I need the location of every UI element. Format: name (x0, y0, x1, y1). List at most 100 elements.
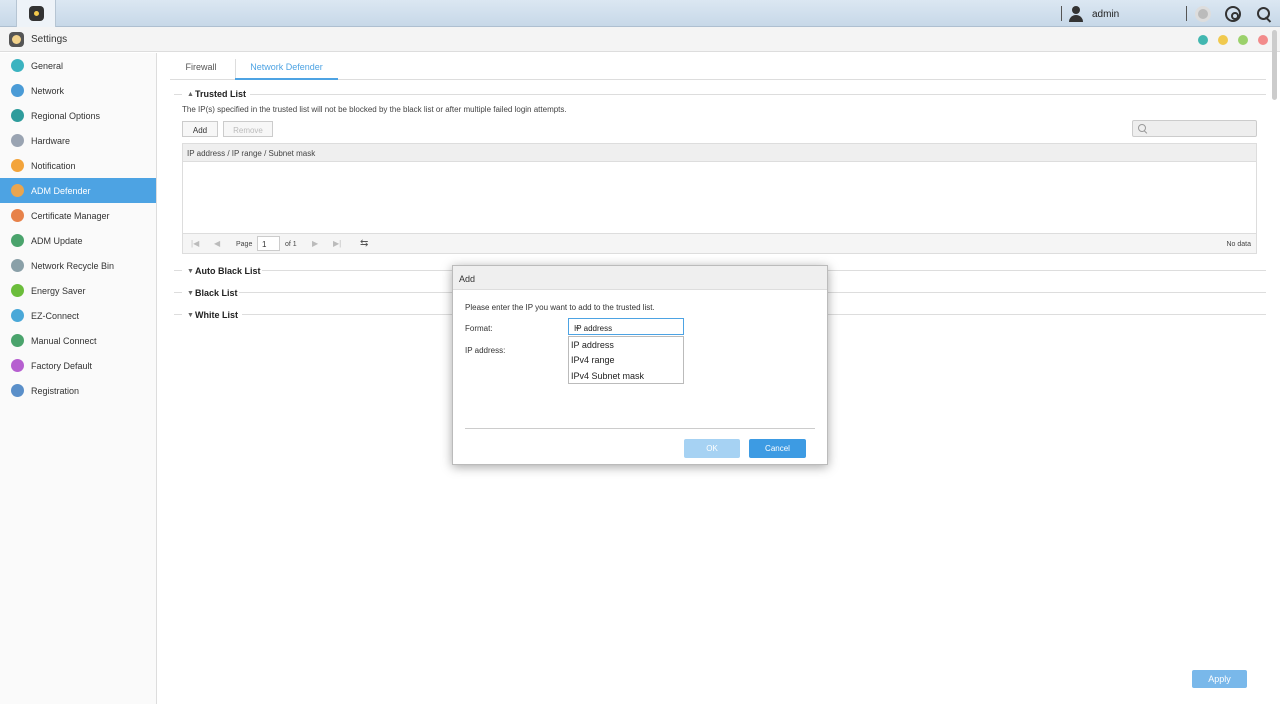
window-button-yellow[interactable] (1218, 35, 1228, 45)
scrollbar[interactable] (1272, 30, 1277, 100)
dropdown-option-ipv4-range[interactable]: IPv4 range (571, 355, 615, 365)
format-select[interactable]: IP address ⌄ (568, 318, 684, 335)
app-logo-icon (29, 6, 44, 21)
sidebar-item-network-recycle-bin[interactable]: Network Recycle Bin (0, 253, 156, 278)
column-header[interactable]: IP address / IP range / Subnet mask (187, 149, 315, 158)
sidebar-item-energy-saver[interactable]: Energy Saver (0, 278, 156, 303)
page-label: Page (236, 241, 253, 248)
auto-black-list-title: Auto Black List (195, 266, 261, 276)
window-header: Settings (0, 27, 1280, 52)
table-header: IP address / IP range / Subnet mask (183, 144, 1256, 162)
sidebar-item-adm-defender[interactable]: ADM Defender (0, 178, 156, 203)
top-bar: admin (0, 0, 1280, 27)
search-input[interactable] (1132, 120, 1257, 137)
last-page-icon[interactable]: ▶| (333, 239, 341, 248)
white-list-title: White List (195, 310, 238, 320)
top-separator (1186, 6, 1187, 21)
dialog-divider (465, 428, 815, 429)
divider (250, 94, 1266, 95)
window-button-green[interactable] (1238, 35, 1248, 45)
black-list-header[interactable]: ▼ Black List (170, 287, 470, 301)
sidebar: General Network Regional Options Hardware No… (0, 53, 157, 704)
first-page-icon[interactable]: |◀ (191, 239, 199, 248)
ok-button[interactable]: OK (684, 439, 740, 458)
dashboard-icon[interactable] (1225, 6, 1241, 22)
trusted-list-header[interactable]: ▲ Trusted List (170, 88, 1266, 102)
tab-network-defender[interactable]: Network Defender (235, 53, 338, 80)
app-launcher-button[interactable] (16, 0, 56, 27)
dropdown-option-ipv4-subnet-mask[interactable]: IPv4 Subnet mask (571, 371, 644, 381)
defender-icon (11, 184, 24, 197)
sidebar-item-hardware[interactable]: Hardware (0, 128, 156, 153)
settings-icon (9, 32, 24, 47)
window-button-teal[interactable] (1198, 35, 1208, 45)
divider (174, 270, 182, 271)
add-dialog: Add Please enter the IP you want to add … (452, 265, 828, 465)
prev-page-icon[interactable]: ◀ (214, 239, 220, 248)
no-data-label: No data (1226, 241, 1251, 248)
divider (828, 270, 1266, 271)
expand-icon[interactable]: ▼ (187, 290, 194, 297)
user-icon[interactable] (1068, 6, 1084, 22)
divider (174, 94, 182, 95)
globe-icon (11, 84, 24, 97)
sidebar-item-notification[interactable]: Notification (0, 153, 156, 178)
chevron-down-icon[interactable]: ⌄ (574, 322, 677, 331)
refresh-icon[interactable]: ⇆ (360, 238, 368, 249)
username-label[interactable]: admin (1092, 9, 1119, 20)
remove-button[interactable]: Remove (223, 121, 273, 137)
energy-icon (11, 284, 24, 297)
sidebar-item-ez-connect[interactable]: EZ-Connect (0, 303, 156, 328)
sidebar-item-regional-options[interactable]: Regional Options (0, 103, 156, 128)
sidebar-item-adm-update[interactable]: ADM Update (0, 228, 156, 253)
auto-black-list-header[interactable]: ▼ Auto Black List (170, 265, 470, 279)
divider (242, 314, 452, 315)
dialog-header[interactable]: Add (453, 266, 827, 290)
window-title: Settings (31, 34, 68, 45)
next-page-icon[interactable]: ▶ (312, 239, 318, 248)
sidebar-item-label: Network Recycle Bin (31, 261, 115, 271)
divider (174, 292, 182, 293)
white-list-header[interactable]: ▼ White List (170, 309, 470, 323)
expand-icon[interactable]: ▼ (187, 312, 194, 319)
sidebar-item-label: Factory Default (31, 361, 93, 371)
ez-connect-icon (11, 309, 24, 322)
sidebar-item-label: Network (31, 86, 65, 96)
dialog-title: Add (459, 274, 476, 284)
divider (262, 270, 452, 271)
sidebar-item-general[interactable]: General (0, 53, 156, 78)
sidebar-item-label: Hardware (31, 136, 71, 146)
format-dropdown-list: IP address IPv4 range IPv4 Subnet mask (568, 336, 684, 384)
sidebar-item-label: EZ-Connect (31, 311, 80, 321)
notification-icon (11, 159, 24, 172)
divider (828, 292, 1266, 293)
sidebar-item-manual-connect[interactable]: Manual Connect (0, 328, 156, 353)
page-number-input[interactable]: 1 (257, 236, 280, 251)
regional-icon (11, 109, 24, 122)
cancel-button[interactable]: Cancel (749, 439, 806, 458)
expand-icon[interactable]: ▼ (187, 268, 194, 275)
search-icon (1138, 124, 1147, 133)
add-button[interactable]: Add (182, 121, 218, 137)
sidebar-item-certificate-manager[interactable]: Certificate Manager (0, 203, 156, 228)
certificate-icon (11, 209, 24, 222)
tab-bar: Firewall Network Defender (170, 53, 1266, 80)
update-icon (11, 234, 24, 247)
top-separator (1061, 6, 1062, 21)
divider (174, 314, 182, 315)
apply-button[interactable]: Apply (1192, 670, 1247, 688)
collapse-icon[interactable]: ▲ (187, 91, 194, 98)
dropdown-option-ip-address[interactable]: IP address (571, 340, 614, 350)
search-icon[interactable] (1256, 6, 1272, 22)
sidebar-item-factory-default[interactable]: Factory Default (0, 353, 156, 378)
trusted-list-title: Trusted List (195, 89, 247, 99)
sidebar-item-network[interactable]: Network (0, 78, 156, 103)
sidebar-item-registration[interactable]: Registration (0, 378, 156, 403)
window-close-button[interactable] (1258, 35, 1268, 45)
black-list-title: Black List (195, 288, 238, 298)
notification-icon[interactable] (1195, 6, 1211, 22)
divider (828, 314, 1266, 315)
divider (239, 292, 452, 293)
trusted-list-table: IP address / IP range / Subnet mask |◀ ◀… (182, 143, 1257, 254)
tab-firewall[interactable]: Firewall (176, 53, 226, 80)
